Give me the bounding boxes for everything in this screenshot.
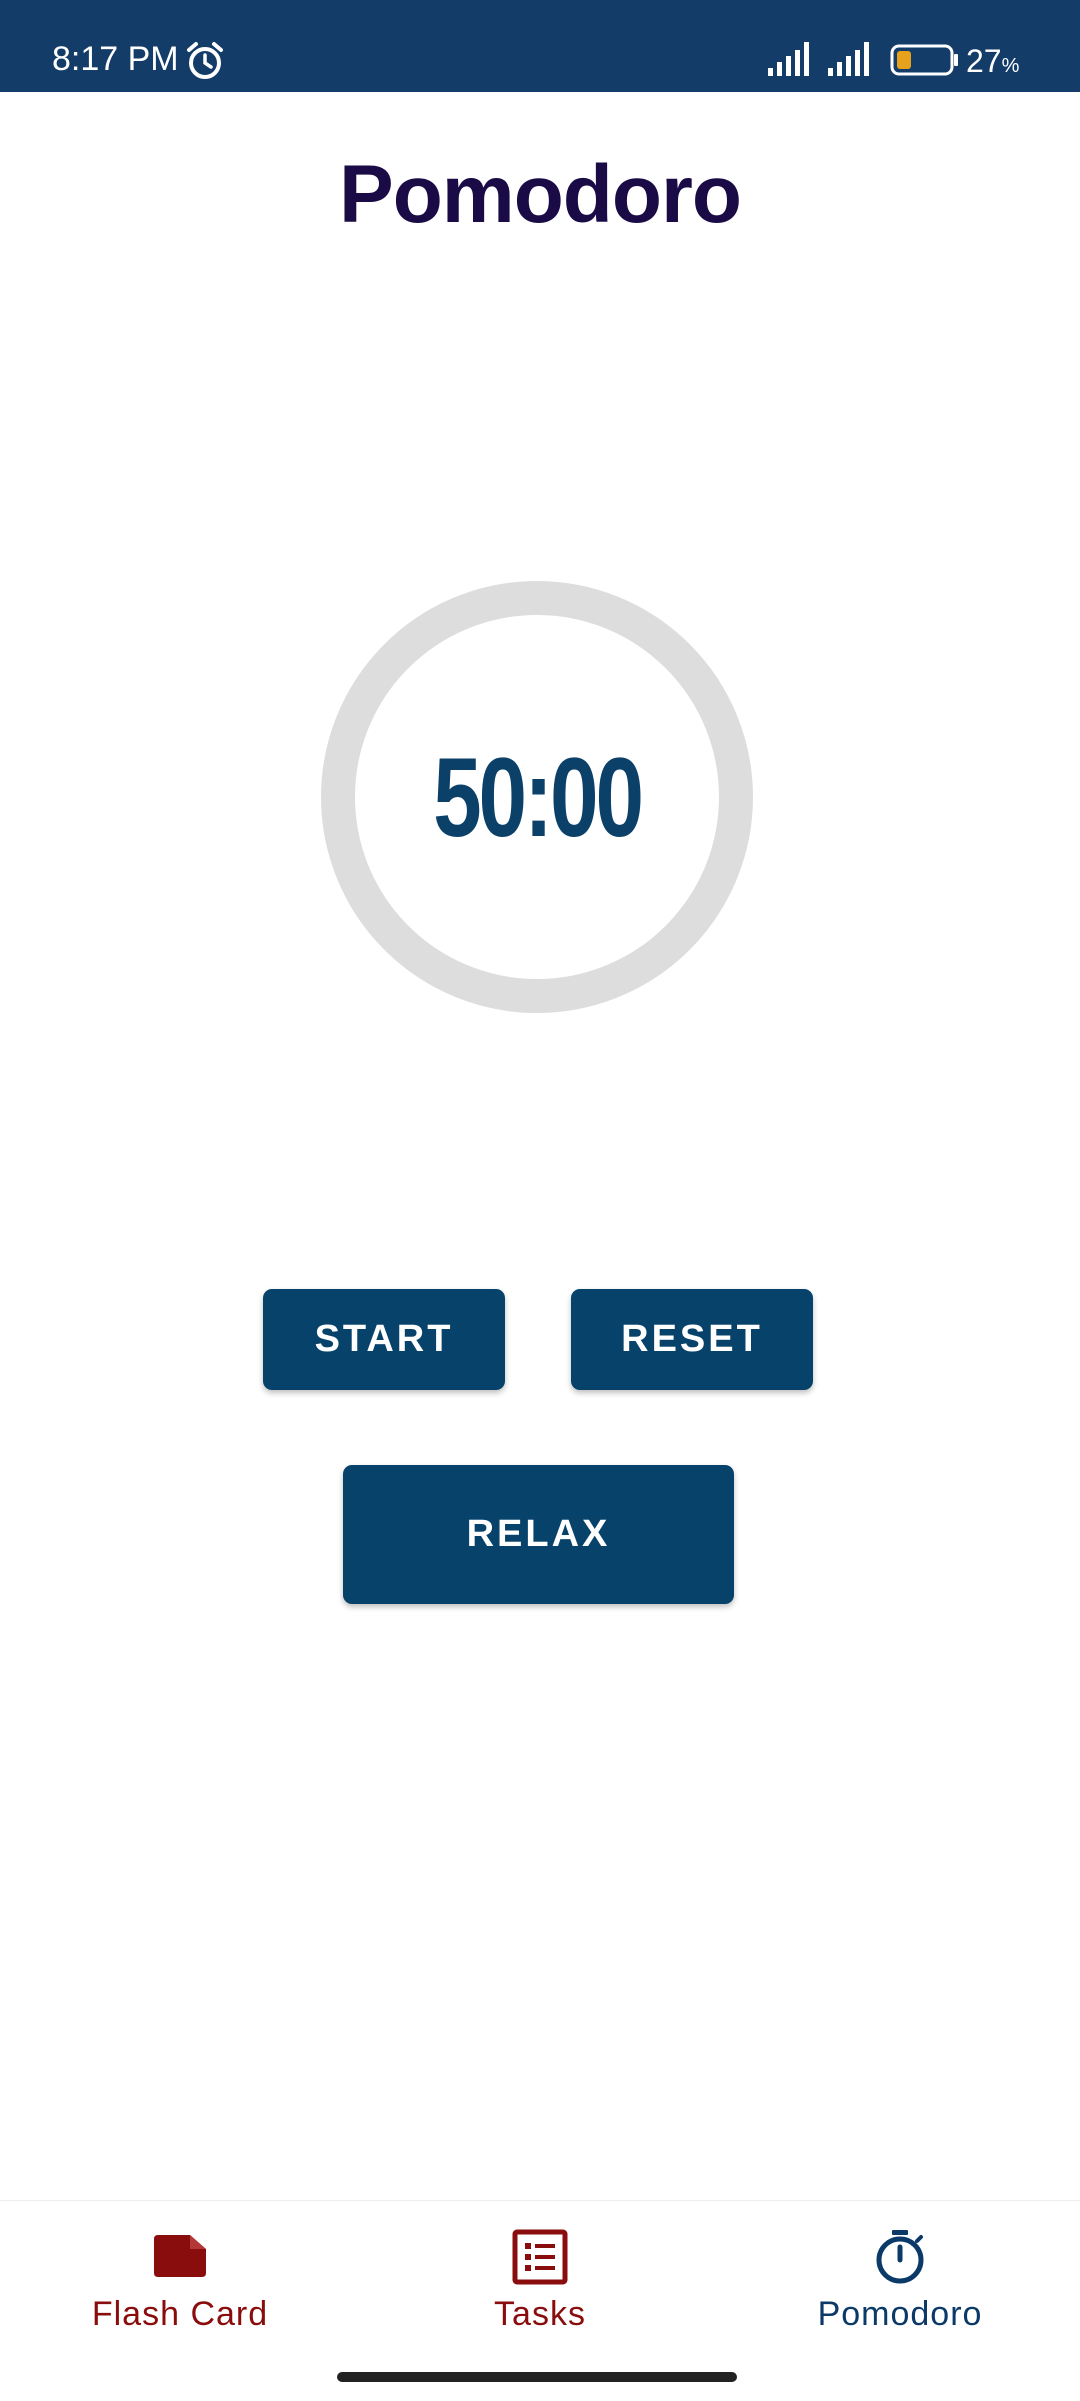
flash-card-icon [154,2235,206,2277]
nav-item-pomodoro[interactable]: Pomodoro [720,2201,1080,2381]
nav-item-tasks[interactable]: Tasks [360,2201,720,2381]
nav-label-tasks: Tasks [494,2295,586,2333]
stopwatch-icon [876,2230,924,2284]
signal-icon [768,42,809,76]
reset-button[interactable]: RESET [571,1289,813,1390]
alarm-icon [187,42,223,79]
signal-icon [828,42,869,76]
timer-display: 50:00 [433,734,644,860]
status-bar: 8:17 PM 27% [0,0,1080,92]
page-title: Pomodoro [339,149,742,240]
tasks-icon [512,2229,568,2285]
battery-icon [890,44,958,76]
bottom-navigation: Flash Card Tasks Pomodoro [0,2200,1080,2401]
relax-button[interactable]: RELAX [343,1465,734,1604]
nav-item-flash-card[interactable]: Flash Card [0,2201,360,2381]
home-indicator [337,2372,737,2382]
status-time: 8:17 PM [52,40,179,78]
battery-percentage: 27% [966,43,1020,79]
nav-label-pomodoro: Pomodoro [817,2295,983,2333]
start-button[interactable]: START [263,1289,505,1390]
nav-label-flash-card: Flash Card [91,2295,269,2333]
